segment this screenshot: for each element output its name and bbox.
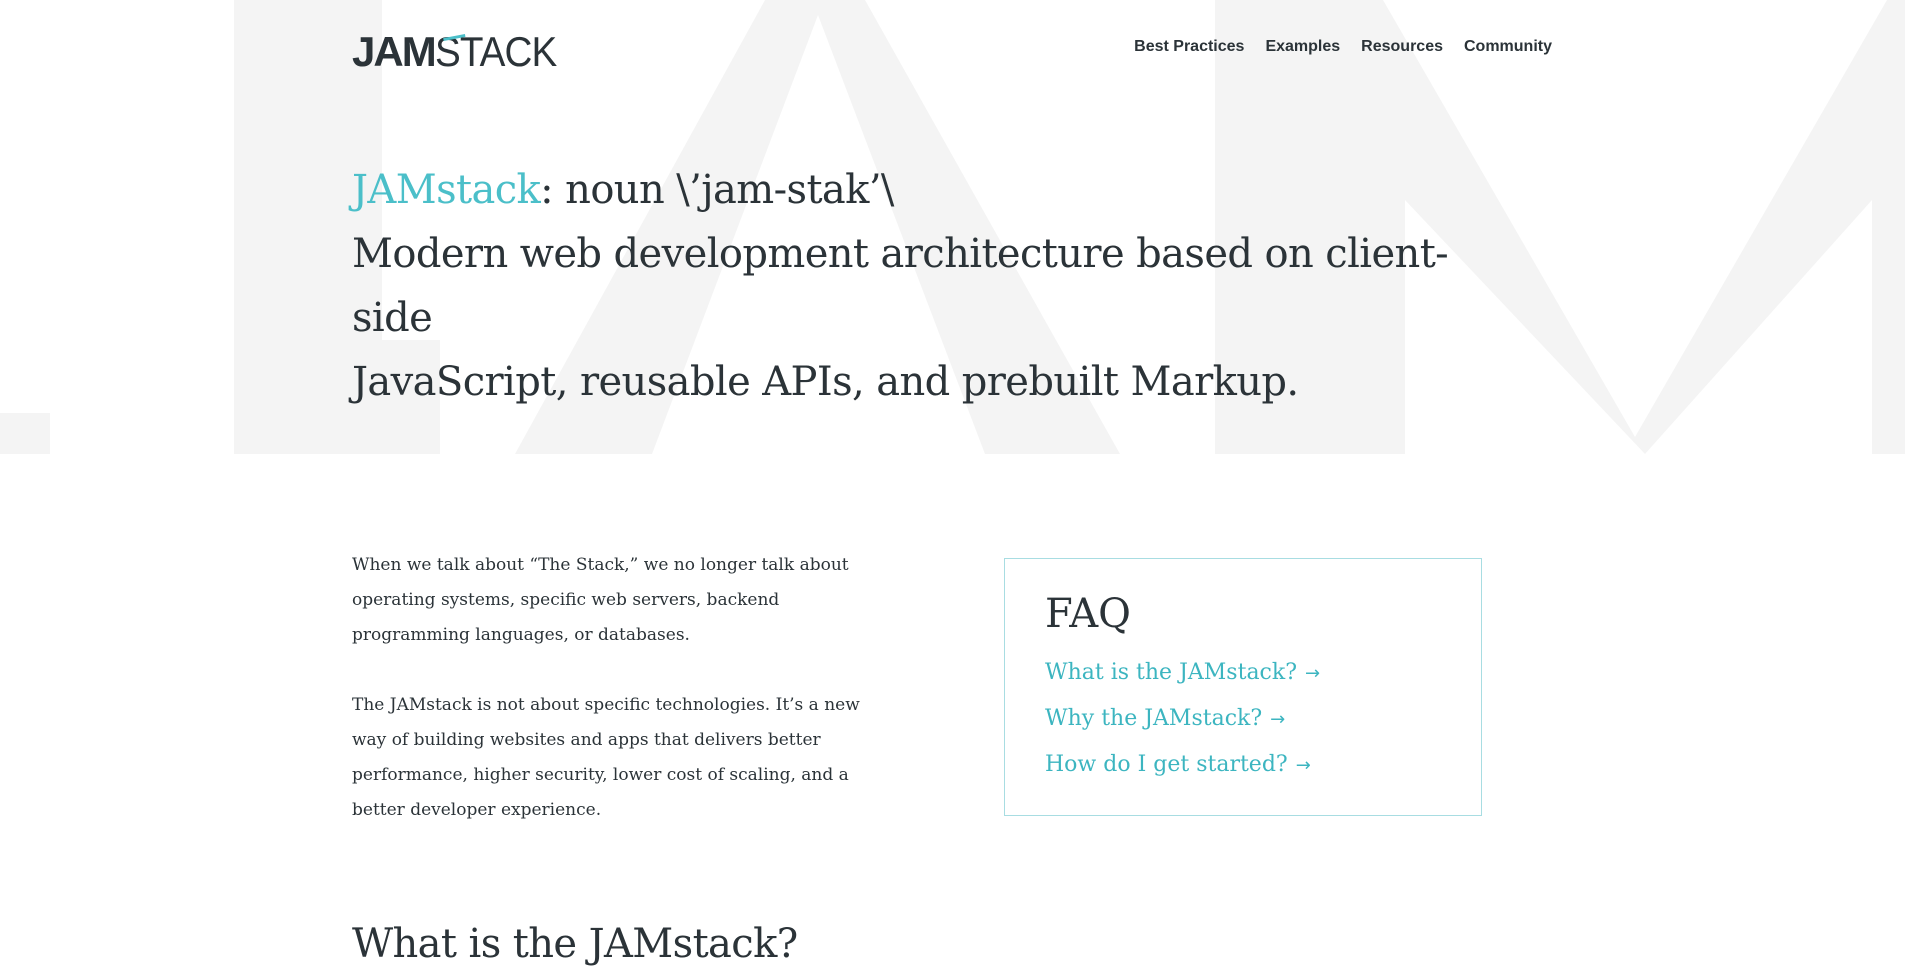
hero-pronunciation: : noun \’jam-stak’\ [540, 167, 894, 213]
main-nav: Best Practices Examples Resources Commun… [1134, 37, 1552, 57]
faq-link-what-is[interactable]: What is the JAMstack? → [1045, 660, 1320, 685]
hero-definition: JAMstack: noun \’jam-stak’\ Modern web d… [352, 158, 1492, 414]
faq-item: How do I get started? → [1045, 750, 1320, 796]
logo-jam-text: JAM [352, 28, 437, 75]
hero-section: JAM STACK Best Practices Examples Resour… [0, 0, 1905, 454]
arrow-right-icon: → [1270, 709, 1286, 730]
logo-stack-text: STACK [435, 31, 557, 73]
faq-link-label: What is the JAMstack? [1045, 660, 1298, 685]
faq-title: FAQ [1045, 591, 1131, 637]
nav-community[interactable]: Community [1464, 37, 1552, 57]
nav-examples[interactable]: Examples [1265, 37, 1340, 57]
intro-paragraph-2: The JAMstack is not about specific techn… [352, 695, 860, 820]
nav-resources[interactable]: Resources [1361, 37, 1443, 57]
intro-paragraph-1: When we talk about “The Stack,” we no lo… [352, 555, 849, 645]
hero-line-2: Modern web development architecture base… [352, 231, 1449, 341]
faq-link-why[interactable]: Why the JAMstack? → [1045, 706, 1285, 731]
faq-item: Why the JAMstack? → [1045, 704, 1320, 750]
hero-line-3: JavaScript, reusable APIs, and prebuilt … [352, 359, 1299, 405]
jamstack-logo[interactable]: JAM STACK [352, 28, 567, 75]
faq-link-label: Why the JAMstack? [1045, 706, 1263, 731]
faq-list: What is the JAMstack? → Why the JAMstack?… [1045, 658, 1320, 796]
faq-link-get-started[interactable]: How do I get started? → [1045, 752, 1311, 777]
watermark-letter-j [0, 413, 50, 454]
hero-line-1: JAMstack: noun \’jam-stak’\ [352, 158, 1492, 222]
arrow-right-icon: → [1305, 663, 1321, 684]
faq-box: FAQ What is the JAMstack? → Why the JAMst… [1004, 558, 1482, 816]
faq-item: What is the JAMstack? → [1045, 658, 1320, 704]
hero-term: JAMstack [352, 167, 541, 213]
arrow-right-icon: → [1295, 755, 1311, 776]
intro-text: When we talk about “The Stack,” we no lo… [352, 548, 882, 863]
section-title-what-is: What is the JAMstack? [352, 921, 798, 967]
nav-best-practices[interactable]: Best Practices [1134, 37, 1244, 57]
logo-stack-label: STACK [434, 28, 557, 75]
faq-link-label: How do I get started? [1045, 752, 1288, 777]
